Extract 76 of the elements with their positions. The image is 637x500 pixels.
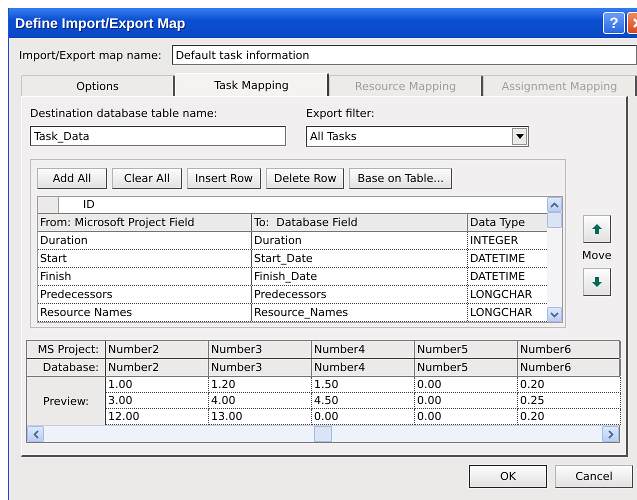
- table-cell[interactable]: Resource Names: [38, 304, 252, 321]
- table-cell[interactable]: INTEGER: [468, 232, 547, 249]
- move-label: Move: [582, 249, 612, 262]
- table-cell: Number5: [415, 359, 518, 376]
- dialog-button[interactable]: OK: [469, 465, 547, 488]
- scroll-left-icon: [32, 430, 38, 438]
- row-header: MS Project:: [27, 341, 106, 358]
- table-cell: 0.00: [415, 377, 518, 393]
- move-down-button[interactable]: [582, 268, 611, 296]
- table-cell: Number3: [209, 341, 312, 358]
- table-cell: Number4: [312, 341, 415, 358]
- horizontal-scrollbar[interactable]: [27, 425, 619, 442]
- table-cell: 1.20: [209, 377, 312, 393]
- table-cell[interactable]: Start: [38, 250, 252, 267]
- scroll-up-icon: [550, 202, 559, 208]
- arrow-down-icon: [590, 276, 603, 288]
- current-field-cell[interactable]: ID: [59, 197, 95, 213]
- table-cell: 13.00: [209, 409, 312, 425]
- table-cell[interactable]: Start_Date: [252, 250, 468, 267]
- table-cell[interactable]: DATETIME: [468, 268, 547, 285]
- window-title: Define Import/Export Map: [15, 15, 186, 31]
- scroll-thumb[interactable]: [547, 212, 562, 228]
- grid-button[interactable]: Add All: [37, 168, 107, 189]
- table-cell: 12.00: [106, 409, 209, 425]
- table-cell: 1.50: [312, 377, 415, 393]
- column-header: To: Database Field: [252, 214, 468, 231]
- table-cell[interactable]: Predecessors: [38, 286, 252, 303]
- column-header: From: Microsoft Project Field: [38, 214, 252, 231]
- table-cell: 3.00: [106, 393, 209, 409]
- table-cell: 0.00: [415, 393, 518, 409]
- grid-button[interactable]: Base on Table...: [349, 168, 452, 189]
- grid-button[interactable]: Clear All: [112, 168, 182, 189]
- table-cell: 0.20: [518, 377, 621, 393]
- vertical-scrollbar[interactable]: [547, 197, 562, 322]
- table-cell[interactable]: Duration: [38, 232, 252, 249]
- field-label: Export filter:: [306, 107, 376, 120]
- dialog-button[interactable]: Cancel: [555, 465, 633, 488]
- table-cell[interactable]: Finish: [38, 268, 252, 285]
- table-cell: Number6: [518, 359, 621, 376]
- table-name-field[interactable]: Task_Data: [30, 126, 286, 146]
- table-cell: Number3: [209, 359, 312, 376]
- table-cell: Number4: [312, 359, 415, 376]
- export-filter-dropdown[interactable]: All Tasks: [306, 126, 529, 147]
- table-cell[interactable]: Predecessors: [252, 286, 468, 303]
- row-header: Database:: [27, 359, 106, 376]
- grid-button[interactable]: Delete Row: [266, 168, 344, 189]
- field-label: Import/Export map name:: [19, 48, 162, 62]
- table-cell: 0.00: [312, 409, 415, 425]
- move-up-button[interactable]: [582, 215, 611, 243]
- table-cell: 4.00: [209, 393, 312, 409]
- dropdown-arrow-icon: [516, 134, 524, 139]
- scroll-right-icon: [608, 430, 614, 438]
- grid-button[interactable]: Insert Row: [187, 168, 261, 189]
- table-cell: 0.25: [518, 393, 621, 409]
- table-cell: Number2: [106, 359, 209, 376]
- table-cell: 4.50: [312, 393, 415, 409]
- table-cell: 0.00: [415, 409, 518, 425]
- table-cell: Number2: [106, 341, 209, 358]
- column-header: Data Type: [469, 215, 526, 231]
- arrow-up-icon: [590, 223, 603, 235]
- map-name-field[interactable]: Default task information: [172, 45, 637, 65]
- tab[interactable]: Task Mapping: [175, 73, 329, 96]
- tab[interactable]: Options: [21, 75, 175, 96]
- table-cell[interactable]: LONGCHAR: [468, 304, 547, 321]
- table-cell: Number6: [518, 341, 621, 358]
- table-cell[interactable]: DATETIME: [468, 250, 547, 267]
- table-cell[interactable]: Duration: [252, 232, 468, 249]
- table-cell: 1.00: [106, 377, 209, 393]
- table-cell[interactable]: LONGCHAR: [468, 286, 547, 303]
- table-cell[interactable]: Resource_Names: [252, 304, 468, 321]
- table-cell: 0.20: [518, 409, 621, 425]
- field-label: Destination database table name:: [30, 107, 218, 120]
- table-cell[interactable]: Finish_Date: [252, 268, 468, 285]
- scroll-thumb[interactable]: [314, 426, 332, 442]
- table-cell: Number5: [415, 341, 518, 358]
- scroll-down-icon: [550, 312, 559, 318]
